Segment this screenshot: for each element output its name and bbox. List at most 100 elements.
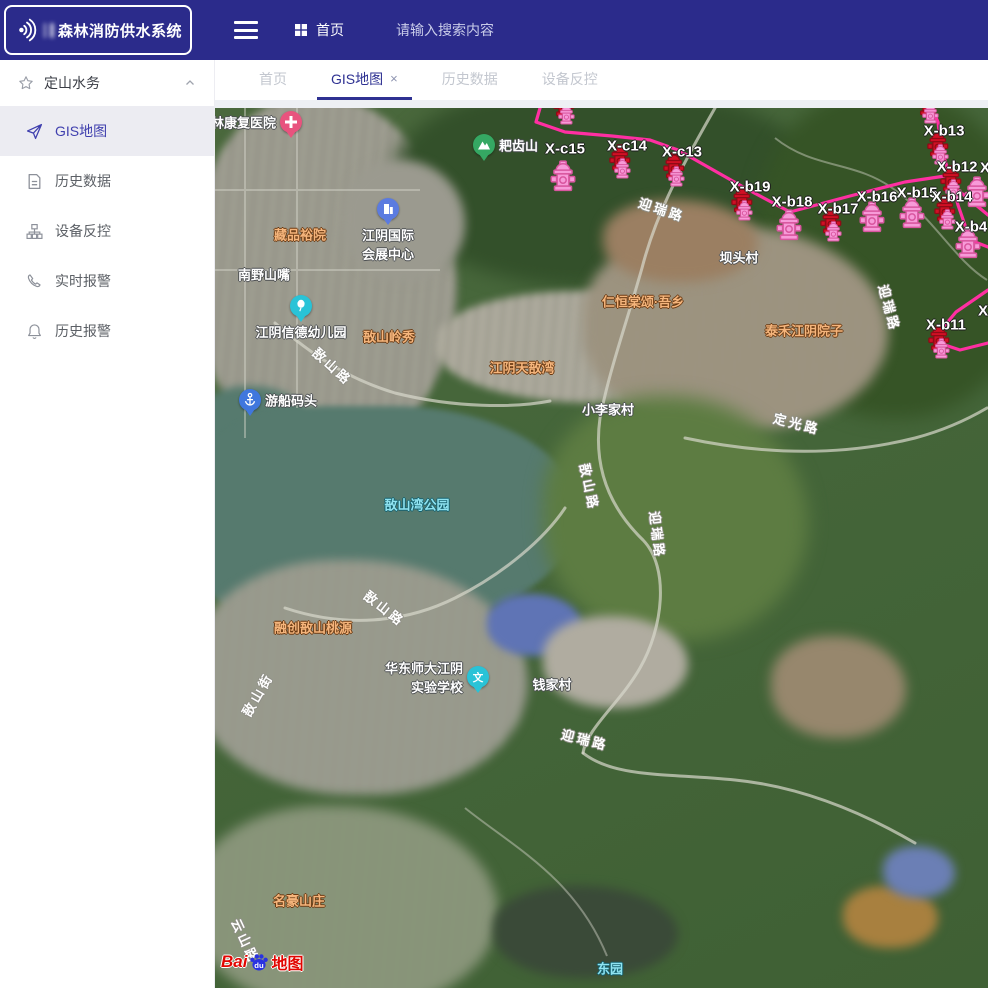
tabbar-divider [215, 100, 988, 108]
tab-label: 设备反控 [542, 69, 598, 89]
baidu-map-logo: Bai du 地图 [221, 950, 303, 974]
hydrant-marker-X-b4[interactable] [955, 227, 981, 259]
tab-设备反控[interactable]: 设备反控 [528, 60, 612, 100]
road-label: 敔山街 [237, 668, 277, 719]
hydrant-label-partial: X [980, 160, 988, 177]
poi-label-boat-dock: 游船码头 [265, 391, 317, 410]
tab-label: 历史数据 [442, 69, 498, 89]
app-logo[interactable]: 森林消防供水系统 [4, 5, 192, 55]
poi-pin-kindergarten[interactable] [290, 295, 312, 317]
hydrant-label-X-b18: X-b18 [772, 194, 813, 211]
poi-pin-expo-center[interactable] [377, 198, 399, 220]
tab-历史数据[interactable]: 历史数据 [428, 60, 512, 100]
star-icon [18, 75, 34, 91]
sidebar-item-label: 历史数据 [55, 171, 111, 191]
svg-text:du: du [255, 961, 265, 970]
tab-GIS地图[interactable]: GIS地图 × [317, 60, 412, 100]
hydrant-label-partial: X [978, 303, 988, 320]
chevron-up-icon[interactable] [184, 77, 196, 89]
home-breadcrumb[interactable]: 首页 [294, 20, 344, 40]
baidu-paw-icon: du [248, 951, 270, 973]
road-label: 敔山路 [576, 462, 605, 513]
poi-label-expo-center: 江阴国际 会展中心 [362, 225, 414, 263]
paper-plane-icon [26, 123, 43, 140]
anchor-icon [240, 390, 260, 410]
hydrant-marker-X-c13[interactable] [661, 152, 691, 194]
place-label: 名豪山庄 [273, 891, 325, 910]
gis-map[interactable]: X-c15X-c14X-c13X-b19X-b18X-b17X-b16X-b15… [215, 108, 988, 988]
tab-bar: 首页 GIS地图 × 历史数据 设备反控 [215, 60, 988, 100]
sidebar-item-设备反控[interactable]: 设备反控 [0, 206, 214, 256]
place-label: 江阴天敔湾 [489, 358, 554, 377]
road-label: 迎瑞路 [875, 282, 906, 333]
building-icon [378, 199, 398, 219]
place-label: 南野山嘴 [238, 265, 290, 284]
place-label: 仁恒棠颂·吾乡 [602, 292, 684, 311]
sidebar-item-实时报警[interactable]: 实时报警 [0, 256, 214, 306]
tab-首页[interactable]: 首页 [245, 60, 301, 100]
baidu-logo-bai: Bai [221, 952, 247, 972]
road-label: 迎瑞路 [636, 193, 688, 226]
road-label: 迎瑞路 [559, 724, 610, 754]
hydrant-marker-X-c15[interactable] [550, 160, 576, 192]
balloon-icon [291, 296, 311, 316]
place-label: 敔山岭秀 [363, 327, 415, 346]
grid-icon [294, 23, 308, 37]
logo-radar-icon [14, 17, 40, 43]
poi-pin-mountain[interactable] [473, 134, 495, 156]
hydrant-marker-X-b11[interactable] [926, 324, 956, 366]
tab-close-icon[interactable]: × [390, 72, 398, 85]
hydrant-marker-X-b18[interactable] [776, 209, 802, 241]
sidebar-item-label: 历史报警 [55, 321, 111, 341]
baidu-logo-ditu: 地图 [271, 950, 303, 974]
phone-icon [26, 273, 43, 290]
sidebar: 定山水务 GIS地图历史数据设备反控实时报警历史报警 [0, 60, 215, 988]
hydrant-marker[interactable] [964, 176, 988, 208]
hydrant-marker-X-c14[interactable] [607, 144, 637, 186]
sidebar-item-label: GIS地图 [55, 121, 107, 141]
sidebar-item-历史数据[interactable]: 历史数据 [0, 156, 214, 206]
hydrant-marker-X-b17[interactable] [818, 207, 848, 249]
poi-label-school: 华东师大江阴 实验学校 [385, 658, 463, 696]
sidebar-item-历史报警[interactable]: 历史报警 [0, 306, 214, 356]
sidebar-item-label: 实时报警 [55, 271, 111, 291]
poi-label-kindergarten: 江阴信德幼儿园 [255, 322, 346, 341]
censored-text [44, 23, 46, 38]
poi-label-hospital: 林康复医院 [215, 113, 276, 132]
place-label: 小李家村 [582, 400, 634, 419]
poi-pin-hospital[interactable] [280, 111, 302, 133]
place-label: 东园 [597, 959, 623, 978]
document-icon [26, 173, 43, 190]
hydrant-marker-X-b16[interactable] [859, 201, 885, 233]
road-label: 敔山路 [309, 343, 357, 389]
road-label: 定光路 [771, 408, 822, 438]
sidebar-group-dingshan[interactable]: 定山水务 [0, 60, 214, 106]
place-label: 钱家村 [532, 675, 571, 694]
place-label: 融创敔山桃源 [274, 618, 352, 637]
place-label: 坝头村 [719, 248, 758, 267]
hydrant-marker-X-b19[interactable] [729, 186, 759, 228]
place-label: 敔山湾公园 [384, 495, 449, 514]
hydrant-label-X-c15: X-c15 [545, 141, 585, 158]
search-input[interactable] [396, 22, 606, 38]
sidebar-item-GIS地图[interactable]: GIS地图 [0, 106, 214, 156]
hydrant-marker-X-b15[interactable] [899, 197, 925, 229]
tab-label: GIS地图 [331, 69, 383, 89]
sidebar-item-label: 设备反控 [55, 221, 111, 241]
sitemap-icon [26, 223, 43, 240]
app-title: 森林消防供水系统 [58, 20, 182, 41]
hydrant-marker[interactable] [915, 108, 945, 131]
poi-pin-boat-dock[interactable] [239, 389, 261, 411]
tab-label: 首页 [259, 69, 287, 89]
menu-toggle-icon[interactable] [234, 21, 258, 39]
sidebar-group-label: 定山水务 [44, 73, 100, 93]
road-label: 迎瑞路 [646, 510, 671, 560]
app-header: 森林消防供水系统 首页 [0, 0, 988, 60]
place-label: 藏品裕院 [274, 225, 326, 244]
cross-icon [281, 112, 301, 132]
poi-pin-school[interactable]: 文 [467, 666, 489, 688]
svg-text:文: 文 [472, 671, 484, 684]
home-breadcrumb-label: 首页 [316, 20, 344, 40]
hydrant-marker[interactable] [551, 108, 581, 132]
mountain-icon [474, 135, 494, 155]
